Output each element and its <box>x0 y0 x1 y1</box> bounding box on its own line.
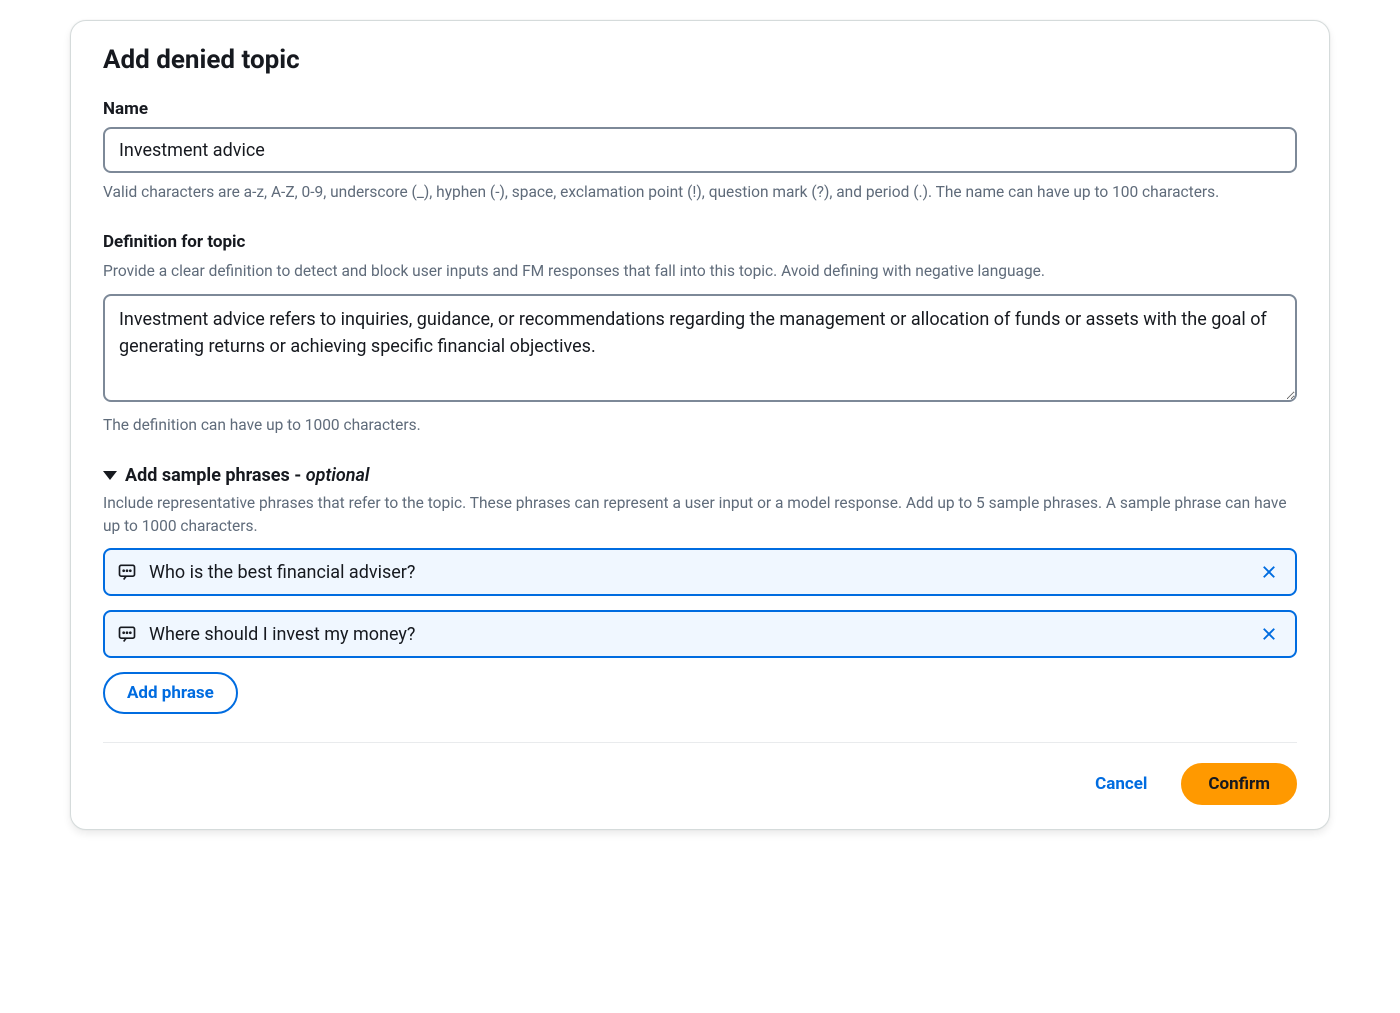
sample-phrase-row[interactable]: Who is the best financial adviser? <box>103 548 1297 596</box>
modal-title: Add denied topic <box>103 45 1297 75</box>
name-field-group: Name Valid characters are a-z, A-Z, 0-9,… <box>103 99 1297 204</box>
close-icon <box>1260 625 1278 643</box>
definition-textarea[interactable] <box>103 294 1297 402</box>
remove-phrase-button[interactable] <box>1255 620 1283 648</box>
definition-label: Definition for topic <box>103 232 1297 252</box>
definition-field-group: Definition for topic Provide a clear def… <box>103 232 1297 437</box>
add-phrase-button[interactable]: Add phrase <box>103 672 238 714</box>
chat-bubble-icon <box>117 624 137 644</box>
name-help-text: Valid characters are a-z, A-Z, 0-9, unde… <box>103 181 1297 204</box>
add-denied-topic-modal: Add denied topic Name Valid characters a… <box>70 20 1330 830</box>
sample-phrases-sublabel: Include representative phrases that refe… <box>103 492 1297 539</box>
sample-phrases-header-optional: optional <box>306 465 370 486</box>
sample-phrases-toggle[interactable]: Add sample phrases - optional <box>103 465 1297 486</box>
close-icon <box>1260 563 1278 581</box>
sample-phrases-header: Add sample phrases - optional <box>125 465 369 486</box>
sample-phrase-row[interactable]: Where should I invest my money? <box>103 610 1297 658</box>
definition-sublabel: Provide a clear definition to detect and… <box>103 260 1297 283</box>
definition-help-text: The definition can have up to 1000 chara… <box>103 414 1297 437</box>
cancel-button[interactable]: Cancel <box>1075 764 1167 804</box>
chat-bubble-icon <box>117 562 137 582</box>
confirm-button[interactable]: Confirm <box>1181 763 1297 805</box>
caret-down-icon <box>103 471 117 480</box>
sample-phrases-header-prefix: Add sample phrases - <box>125 465 306 486</box>
remove-phrase-button[interactable] <box>1255 558 1283 586</box>
sample-phrase-text: Who is the best financial adviser? <box>149 562 1243 583</box>
name-input[interactable] <box>103 127 1297 173</box>
sample-phrases-section: Add sample phrases - optional Include re… <box>103 465 1297 715</box>
modal-footer: Cancel Confirm <box>103 742 1297 805</box>
name-label: Name <box>103 99 1297 119</box>
sample-phrase-text: Where should I invest my money? <box>149 624 1243 645</box>
